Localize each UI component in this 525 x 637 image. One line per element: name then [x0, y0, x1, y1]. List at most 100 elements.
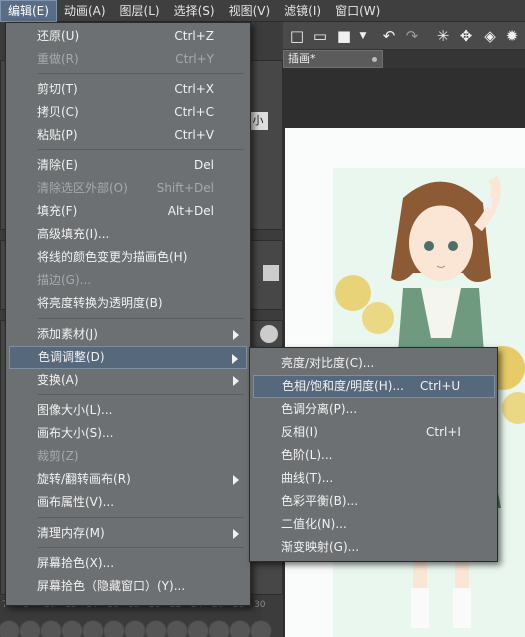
menu-item-shortcut: Ctrl+C — [174, 105, 214, 119]
submenu-arrow-icon — [233, 529, 239, 539]
menu-item-add-material[interactable]: 添加素材(J) — [9, 323, 247, 346]
tab-document-label: 插画* — [288, 52, 316, 65]
timeline-cell[interactable] — [229, 620, 251, 637]
menu-item-tone-curve[interactable]: 曲线(T)... — [253, 467, 495, 490]
tone-adjustment-submenu: 亮度/对比度(C)... 色相/饱和度/明度(H)... Ctrl+U 色调分离(P)… — [249, 347, 498, 562]
menu-item-shortcut: Ctrl+X — [174, 82, 214, 96]
menu-item-label: 画布属性(V)... — [37, 495, 115, 509]
menu-item-label: 屏幕拾色（隐藏窗口）(Y)... — [37, 579, 186, 593]
timeline-number: 30 — [254, 600, 266, 610]
menu-view[interactable]: 视图(V) — [222, 0, 278, 22]
timeline-cell[interactable] — [124, 620, 146, 637]
menu-item-clear-outside: 清除选区外部(O) Shift+Del — [9, 177, 247, 200]
open-folder-icon[interactable]: ▭ — [310, 26, 330, 46]
menu-item-crop: 裁剪(Z) — [9, 445, 247, 468]
menu-item-canvas-size[interactable]: 画布大小(S)... — [9, 422, 247, 445]
menu-item-transform[interactable]: 变换(A) — [9, 369, 247, 392]
timeline-cell[interactable] — [19, 620, 41, 637]
menu-item-copy[interactable]: 拷贝(C) Ctrl+C — [9, 101, 247, 124]
fill-icon[interactable]: ◈ — [480, 26, 500, 46]
submenu-arrow-icon — [233, 475, 239, 485]
menu-item-redo: 重做(R) Ctrl+Y — [9, 48, 247, 71]
menu-item-shortcut: Shift+Del — [156, 181, 214, 195]
timeline-cell[interactable] — [103, 620, 125, 637]
menu-item-clear[interactable]: 清除(E) Del — [9, 154, 247, 177]
menu-item-shortcut: Ctrl+Z — [174, 29, 214, 43]
menu-item-clear-memory[interactable]: 清理内存(M) — [9, 522, 247, 545]
menu-item-luminance-transparency[interactable]: 将亮度转换为透明度(B) — [9, 292, 247, 315]
clear-icon[interactable]: ✳ — [433, 26, 453, 46]
submenu-arrow-icon — [232, 354, 238, 364]
menu-item-hue-saturation-luminosity[interactable]: 色相/饱和度/明度(H)... Ctrl+U — [253, 375, 495, 398]
new-file-icon[interactable]: □ — [287, 26, 307, 46]
menu-item-label: 将亮度转换为透明度(B) — [37, 296, 163, 310]
timeline-cell[interactable] — [187, 620, 209, 637]
menu-item-label: 图像大小(L)... — [37, 403, 113, 417]
menu-item-paste[interactable]: 粘贴(P) Ctrl+V — [9, 124, 247, 147]
menu-item-shortcut: Ctrl+V — [174, 128, 214, 142]
menu-item-fill[interactable]: 填充(F) Alt+Del — [9, 200, 247, 223]
timeline-cell[interactable] — [40, 620, 62, 637]
menu-item-brightness-contrast[interactable]: 亮度/对比度(C)... — [253, 352, 495, 375]
menu-item-label: 亮度/对比度(C)... — [281, 356, 375, 370]
timeline-cell[interactable] — [82, 620, 104, 637]
edit-menu-dropdown: 还原(U) Ctrl+Z 重做(R) Ctrl+Y 剪切(T) Ctrl+X 拷贝(C) Ct… — [5, 22, 251, 606]
close-icon[interactable] — [372, 57, 377, 62]
trash-icon[interactable] — [263, 265, 279, 281]
menu-item-rotate-flip-canvas[interactable]: 旋转/翻转画布(R) — [9, 468, 247, 491]
menu-item-image-size[interactable]: 图像大小(L)... — [9, 399, 247, 422]
menu-item-advanced-fill[interactable]: 高级填充(I)... — [9, 223, 247, 246]
chevron-down-icon[interactable]: ▼ — [353, 26, 373, 46]
command-bar: □ ▭ ■ ▼ ↶ ↷ ✳ ✥ ◈ ✹ — [283, 22, 525, 50]
menu-select[interactable]: 选择(S) — [167, 0, 222, 22]
redo-icon[interactable]: ↷ — [402, 26, 422, 46]
menu-item-label: 色调调整(D) — [38, 350, 105, 364]
menu-item-shortcut: Ctrl+I — [426, 425, 461, 439]
timeline-cell[interactable] — [0, 620, 20, 637]
menu-item-level-correction[interactable]: 色阶(L)... — [253, 444, 495, 467]
submenu-arrow-icon — [233, 330, 239, 340]
menu-separator — [38, 73, 244, 74]
menu-item-undo[interactable]: 还原(U) Ctrl+Z — [9, 25, 247, 48]
menu-item-cut[interactable]: 剪切(T) Ctrl+X — [9, 78, 247, 101]
menu-item-posterize[interactable]: 色调分离(P)... — [253, 398, 495, 421]
menu-separator — [38, 547, 244, 548]
menu-item-tone-adjust[interactable]: 色调调整(D) — [9, 346, 247, 369]
timeline-cell[interactable] — [145, 620, 167, 637]
timeline-cell[interactable] — [166, 620, 188, 637]
menu-separator — [38, 318, 244, 319]
document-tab-bar: 插画* — [283, 50, 525, 68]
menu-separator — [38, 149, 244, 150]
menu-item-label: 画布大小(S)... — [37, 426, 114, 440]
menu-animation[interactable]: 动画(A) — [57, 0, 113, 22]
menu-item-label: 裁剪(Z) — [37, 449, 79, 463]
timeline-cell[interactable] — [208, 620, 230, 637]
menu-item-label: 色相/饱和度/明度(H)... — [282, 379, 404, 393]
menu-item-label: 曲线(T)... — [281, 471, 334, 485]
tab-document[interactable]: 插画* — [283, 50, 383, 68]
timeline-cell[interactable] — [250, 620, 272, 637]
magnifier-icon[interactable] — [260, 325, 278, 343]
save-icon[interactable]: ■ — [334, 26, 354, 46]
menu-item-screen-color-pick-hidden[interactable]: 屏幕拾色（隐藏窗口）(Y)... — [9, 575, 247, 598]
menu-item-binarization[interactable]: 二值化(N)... — [253, 513, 495, 536]
menu-item-line-color[interactable]: 将线的颜色变更为描画色(H) — [9, 246, 247, 269]
menu-filter[interactable]: 滤镜(I) — [277, 0, 328, 22]
menu-layer[interactable]: 图层(L) — [113, 0, 167, 22]
menu-item-gradient-map[interactable]: 渐变映射(G)... — [253, 536, 495, 559]
menu-item-reverse-gradient[interactable]: 反相(I) Ctrl+I — [253, 421, 495, 444]
transform-icon[interactable]: ✥ — [456, 26, 476, 46]
menu-edit[interactable]: 编辑(E) — [0, 0, 57, 22]
timeline-cell[interactable] — [61, 620, 83, 637]
menu-item-canvas-properties[interactable]: 画布属性(V)... — [9, 491, 247, 514]
menu-item-screen-color-pick[interactable]: 屏幕拾色(X)... — [9, 552, 247, 575]
menu-item-shortcut: Alt+Del — [167, 204, 214, 218]
menu-window[interactable]: 窗口(W) — [328, 0, 387, 22]
menu-item-label: 清除选区外部(O) — [37, 181, 128, 195]
undo-icon[interactable]: ↶ — [379, 26, 399, 46]
settings-icon[interactable]: ✹ — [502, 26, 522, 46]
menu-item-label: 色彩平衡(B)... — [281, 494, 359, 508]
menu-item-label: 二值化(N)... — [281, 517, 347, 531]
menu-item-color-balance[interactable]: 色彩平衡(B)... — [253, 490, 495, 513]
menu-item-shortcut: Ctrl+Y — [175, 52, 214, 66]
